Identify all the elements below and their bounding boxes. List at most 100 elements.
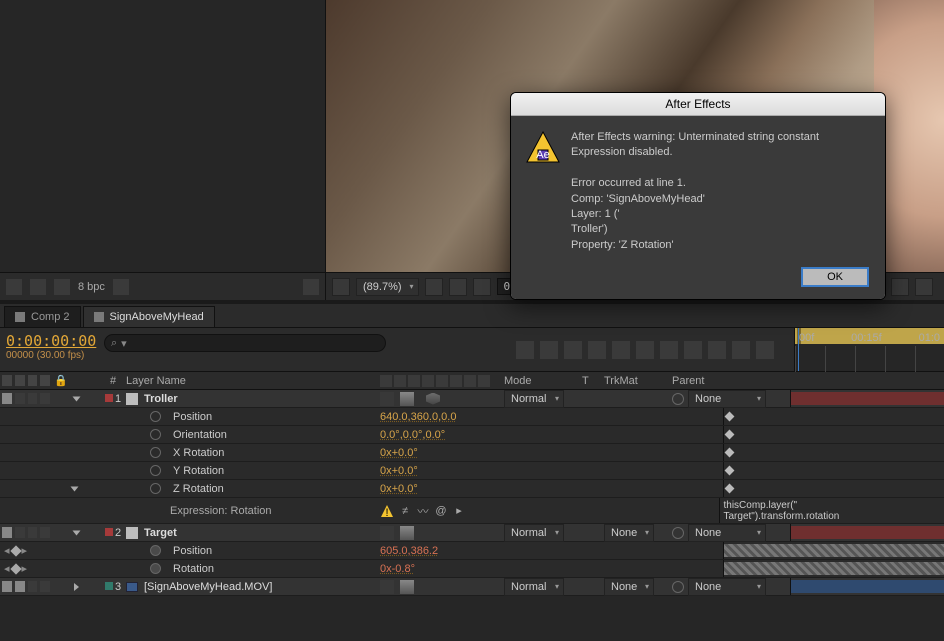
viewer-button[interactable]: [473, 278, 491, 296]
stopwatch-icon[interactable]: [150, 483, 161, 494]
stopwatch-icon[interactable]: [150, 563, 161, 574]
video-toggle[interactable]: [2, 581, 12, 592]
property-row[interactable]: X Rotation 0x+0.0°: [0, 444, 944, 462]
timeline-toolbar-button[interactable]: [588, 341, 606, 359]
property-row[interactable]: Z Rotation 0x+0.0°: [0, 480, 944, 498]
property-value[interactable]: 0x+0.0°: [380, 447, 418, 459]
prev-keyframe-icon[interactable]: ◂: [4, 562, 10, 575]
keyframe-icon[interactable]: [724, 466, 734, 476]
stopwatch-icon[interactable]: [150, 429, 161, 440]
solo-toggle[interactable]: [28, 581, 38, 592]
expression-graph-icon[interactable]: 〰: [416, 504, 430, 518]
keyframe-icon[interactable]: [724, 484, 734, 494]
audio-toggle[interactable]: [15, 527, 25, 538]
parent-dropdown[interactable]: None: [688, 578, 766, 596]
time-ruler[interactable]: 00f 00:15f 01:0: [794, 328, 944, 371]
3d-switch[interactable]: [426, 393, 440, 405]
project-footer-button[interactable]: [113, 279, 129, 295]
timeline-toolbar-button[interactable]: [636, 341, 654, 359]
switch[interactable]: [380, 580, 394, 594]
property-row[interactable]: ◂▸ Rotation 0x-0.8°: [0, 560, 944, 578]
project-footer-button[interactable]: [30, 279, 46, 295]
property-value[interactable]: 640.0,360.0,0.0: [380, 411, 456, 423]
switch[interactable]: [400, 392, 414, 406]
keyframe-icon[interactable]: [724, 448, 734, 458]
property-value[interactable]: 0x+0.0°: [380, 483, 418, 495]
timeline-toolbar-button[interactable]: [660, 341, 678, 359]
next-keyframe-icon[interactable]: ▸: [22, 544, 28, 557]
property-value[interactable]: 605.0,386.2: [380, 545, 438, 557]
property-row[interactable]: ◂▸ Position 605.0,386.2: [0, 542, 944, 560]
switch[interactable]: [400, 526, 414, 540]
video-toggle[interactable]: [2, 527, 12, 538]
ok-button[interactable]: OK: [801, 267, 869, 287]
property-row[interactable]: Position 640.0,360.0,0.0: [0, 408, 944, 426]
timeline-toolbar-button[interactable]: [684, 341, 702, 359]
parent-column-header[interactable]: Parent: [670, 375, 790, 387]
lock-column-header[interactable]: 🔒: [52, 374, 72, 387]
name-column-header[interactable]: Layer Name: [124, 375, 378, 387]
av-column-header[interactable]: [0, 375, 52, 386]
bpc-label[interactable]: 8 bpc: [78, 281, 105, 293]
property-row[interactable]: Orientation 0.0°,0.0°,0.0°: [0, 426, 944, 444]
layer-row[interactable]: 2 Target Normal None None: [0, 524, 944, 542]
layer-row[interactable]: 1 Troller Normal None: [0, 390, 944, 408]
timeline-toolbar-button[interactable]: [732, 341, 750, 359]
video-toggle[interactable]: [2, 393, 12, 404]
solo-toggle[interactable]: [28, 527, 38, 538]
solo-toggle[interactable]: [28, 393, 38, 404]
layer-name[interactable]: Target: [144, 527, 177, 539]
tab-signabovemyhead[interactable]: SignAboveMyHead: [83, 306, 215, 327]
keyframe-span[interactable]: [724, 544, 944, 557]
twirl-icon[interactable]: [71, 486, 79, 491]
audio-toggle[interactable]: [15, 581, 25, 592]
layer-duration-bar[interactable]: [791, 526, 944, 539]
twirl-icon[interactable]: [73, 396, 81, 401]
keyframe-icon[interactable]: [724, 430, 734, 440]
expression-error-icon[interactable]: !: [380, 504, 394, 518]
trkmat-dropdown[interactable]: None: [604, 578, 654, 596]
pickwhip-icon[interactable]: [672, 527, 684, 539]
pickwhip-icon[interactable]: [672, 393, 684, 405]
project-footer-button[interactable]: [6, 279, 22, 295]
next-keyframe-icon[interactable]: ▸: [22, 562, 28, 575]
timeline-toolbar-button[interactable]: [612, 341, 630, 359]
timeline-toolbar-button[interactable]: [756, 341, 774, 359]
property-value[interactable]: 0.0°,0.0°,0.0°: [380, 429, 445, 441]
stopwatch-icon[interactable]: [150, 447, 161, 458]
twirl-icon[interactable]: [74, 583, 79, 591]
keyframe-icon[interactable]: [724, 412, 734, 422]
project-footer-button[interactable]: [303, 279, 319, 295]
keyframe-span[interactable]: [724, 562, 944, 575]
switch[interactable]: [380, 526, 394, 540]
lock-toggle[interactable]: [40, 527, 50, 538]
layer-search-input[interactable]: ⌕ ▾: [104, 334, 386, 352]
stopwatch-icon[interactable]: [150, 465, 161, 476]
layer-row[interactable]: 3 [SignAboveMyHead.MOV] Normal None None: [0, 578, 944, 596]
twirl-icon[interactable]: [73, 530, 81, 535]
viewer-button[interactable]: [425, 278, 443, 296]
blend-mode-dropdown[interactable]: Normal: [504, 524, 564, 542]
blend-mode-dropdown[interactable]: Normal: [504, 390, 564, 408]
magnify-icon[interactable]: [332, 278, 350, 296]
lock-toggle[interactable]: [40, 393, 50, 404]
prev-keyframe-icon[interactable]: ◂: [4, 544, 10, 557]
expression-text[interactable]: thisComp.layer(" Target").transform.rota…: [719, 498, 944, 523]
switches-column-header[interactable]: [378, 375, 502, 387]
property-value[interactable]: 0x+0.0°: [380, 465, 418, 477]
tab-comp-2[interactable]: Comp 2: [4, 306, 81, 327]
stopwatch-icon[interactable]: [150, 545, 161, 556]
layer-duration-bar[interactable]: [791, 392, 944, 405]
pickwhip-icon[interactable]: [672, 581, 684, 593]
layer-duration-bar[interactable]: [791, 580, 944, 593]
playhead[interactable]: [798, 328, 799, 371]
switch[interactable]: [400, 580, 414, 594]
timeline-toolbar-button[interactable]: [564, 341, 582, 359]
project-footer-button[interactable]: [54, 279, 70, 295]
blend-mode-dropdown[interactable]: Normal: [504, 578, 564, 596]
viewer-button[interactable]: [891, 278, 909, 296]
add-keyframe-icon[interactable]: [10, 563, 21, 574]
timeline-toolbar-button[interactable]: [540, 341, 558, 359]
viewer-button[interactable]: [449, 278, 467, 296]
switch[interactable]: [380, 392, 394, 406]
